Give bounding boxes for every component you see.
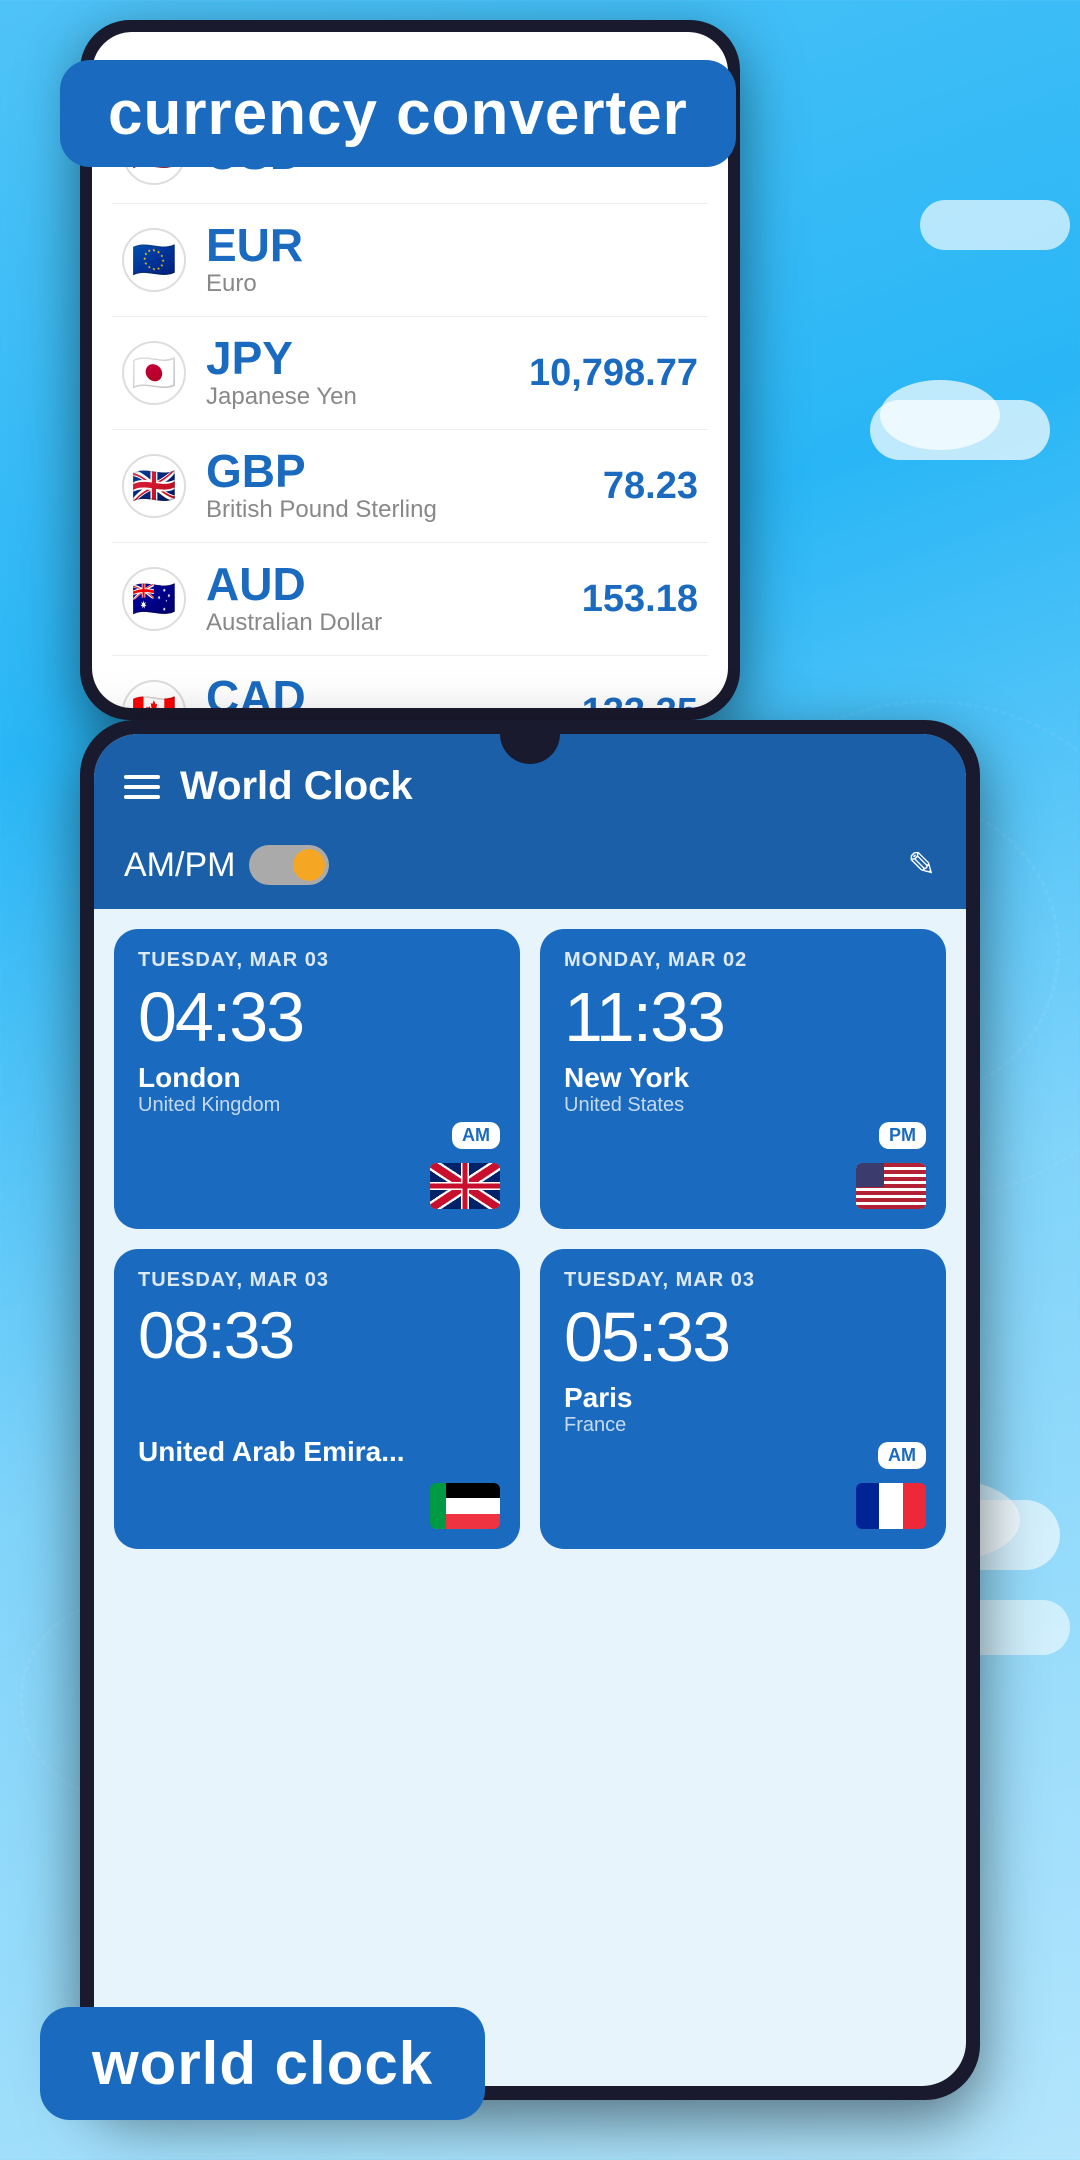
newyork-ampm: PM xyxy=(879,1122,926,1149)
london-flag xyxy=(430,1163,500,1209)
eur-info: EUR Euro xyxy=(206,222,698,298)
ampm-toggle[interactable] xyxy=(249,845,329,885)
london-country: United Kingdom xyxy=(138,1094,496,1117)
table-row[interactable]: 🇦🇺 AUD Australian Dollar 153.18 xyxy=(112,543,708,656)
toggle-thumb xyxy=(293,849,325,881)
gbp-info: GBP British Pound Sterling xyxy=(206,448,603,524)
edit-icon[interactable]: ✎ xyxy=(908,845,937,885)
hamburger-line xyxy=(124,795,160,799)
paris-time: 05:33 xyxy=(564,1302,922,1372)
ampm-toggle-container: AM/PM xyxy=(124,845,329,885)
cad-code: CAD xyxy=(206,674,582,708)
cad-flag: 🇨🇦 xyxy=(122,680,186,708)
paris-country: France xyxy=(564,1414,922,1437)
newyork-date: MONDAY, MAR 02 xyxy=(564,949,922,972)
london-date: TUESDAY, MAR 03 xyxy=(138,949,496,972)
eur-name: Euro xyxy=(206,270,698,298)
world-clock-phone: World Clock AM/PM ✎ TUESDAY, MAR 03 04:3… xyxy=(80,720,980,2100)
world-clock-label-text: world clock xyxy=(92,2029,433,2098)
clock-title: World Clock xyxy=(180,764,936,809)
jpy-value: 10,798.77 xyxy=(529,352,698,395)
eur-flag: 🇪🇺 xyxy=(122,228,186,292)
paris-flag xyxy=(856,1483,926,1529)
gbp-code: GBP xyxy=(206,448,603,494)
paris-date: TUESDAY, MAR 03 xyxy=(564,1269,922,1292)
cad-value: 133.35 xyxy=(582,691,698,709)
menu-button[interactable] xyxy=(124,775,160,799)
uae-city: United Arab Emira... xyxy=(138,1436,496,1468)
uae-time: 08:33 xyxy=(138,1302,496,1368)
table-row[interactable]: 🇬🇧 GBP British Pound Sterling 78.23 xyxy=(112,430,708,543)
gbp-name: British Pound Sterling xyxy=(206,496,603,524)
newyork-country: United States xyxy=(564,1094,922,1117)
jpy-info: JPY Japanese Yen xyxy=(206,335,529,411)
gbp-flag: 🇬🇧 xyxy=(122,454,186,518)
jpy-name: Japanese Yen xyxy=(206,383,529,411)
newyork-city: New York xyxy=(564,1062,922,1094)
uae-date: TUESDAY, MAR 03 xyxy=(138,1269,496,1292)
clock-grid: TUESDAY, MAR 03 04:33 AM London United K… xyxy=(94,909,966,1569)
newyork-flag xyxy=(856,1163,926,1209)
clock-card-paris[interactable]: TUESDAY, MAR 03 05:33 AM Paris France xyxy=(540,1249,946,1549)
aud-info: AUD Australian Dollar xyxy=(206,561,582,637)
aud-flag: 🇦🇺 xyxy=(122,567,186,631)
aud-code: AUD xyxy=(206,561,582,607)
aud-name: Australian Dollar xyxy=(206,609,582,637)
ampm-label: AM/PM xyxy=(124,846,235,885)
world-clock-label: world clock xyxy=(40,2007,485,2120)
currency-banner: currency converter xyxy=(60,60,736,167)
cad-info: CAD Canadian Dollar xyxy=(206,674,582,708)
newyork-time: 11:33 xyxy=(564,982,922,1052)
hamburger-line xyxy=(124,775,160,779)
currency-banner-text: currency converter xyxy=(108,78,688,149)
jpy-flag: 🇯🇵 xyxy=(122,341,186,405)
paris-ampm: AM xyxy=(878,1442,926,1469)
aud-value: 153.18 xyxy=(582,578,698,621)
london-city: London xyxy=(138,1062,496,1094)
clock-subbar: AM/PM ✎ xyxy=(94,829,966,909)
table-row[interactable]: 🇪🇺 EUR Euro xyxy=(112,204,708,317)
jpy-code: JPY xyxy=(206,335,529,381)
london-time: 04:33 xyxy=(138,982,496,1052)
currency-list: 🇺🇸 USD 100 🇪🇺 EUR Euro 🇯🇵 JPY xyxy=(92,103,728,708)
clock-card-newyork[interactable]: MONDAY, MAR 02 11:33 PM New York United … xyxy=(540,929,946,1229)
table-row[interactable]: 🇨🇦 CAD Canadian Dollar 133.35 xyxy=(112,656,708,708)
clock-card-london[interactable]: TUESDAY, MAR 03 04:33 AM London United K… xyxy=(114,929,520,1229)
gbp-value: 78.23 xyxy=(603,465,698,508)
hamburger-line xyxy=(124,785,160,789)
table-row[interactable]: 🇯🇵 JPY Japanese Yen 10,798.77 xyxy=(112,317,708,430)
uae-flag xyxy=(430,1483,500,1529)
london-ampm: AM xyxy=(452,1122,500,1149)
eur-code: EUR xyxy=(206,222,698,268)
world-clock-screen: World Clock AM/PM ✎ TUESDAY, MAR 03 04:3… xyxy=(94,734,966,2086)
paris-city: Paris xyxy=(564,1382,922,1414)
clock-card-uae[interactable]: TUESDAY, MAR 03 08:33 United Arab Emira.… xyxy=(114,1249,520,1549)
